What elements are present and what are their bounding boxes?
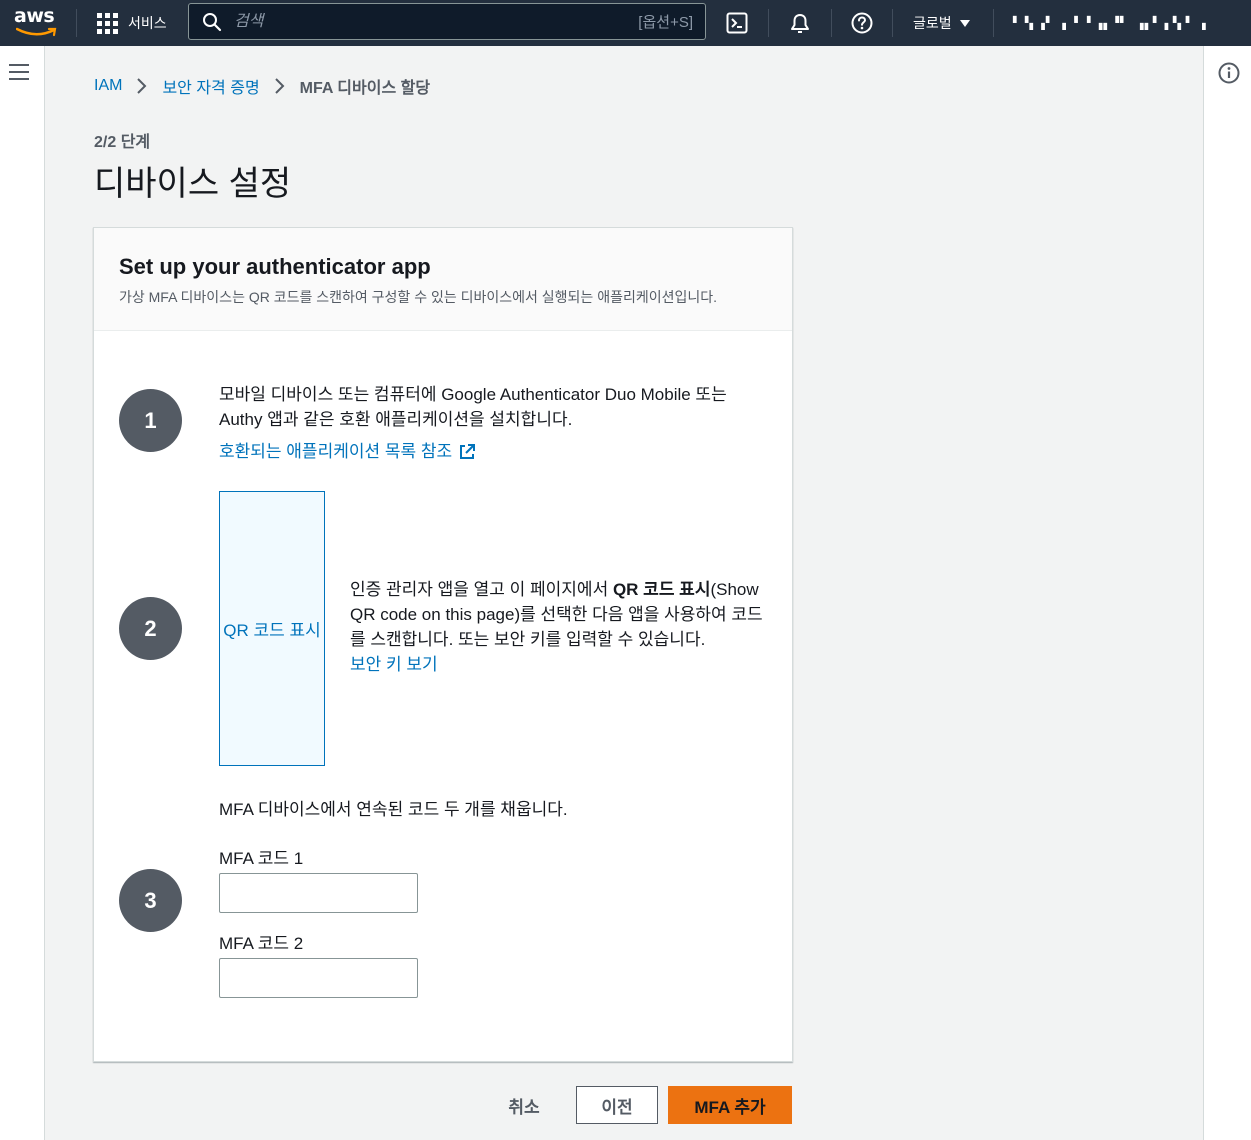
- divider: [706, 9, 707, 37]
- step-2-text-mid: (Show: [710, 580, 759, 599]
- step-2-line-2: QR code on this page)를 선택한 다음 앱을 사용하여 코드: [350, 605, 763, 624]
- step-2-text-pre: 인증 관리자 앱을 열고 이 페이지에서: [350, 580, 613, 599]
- step-indicator: 2/2 단계: [94, 134, 151, 151]
- cloudshell-button[interactable]: [722, 0, 752, 46]
- account-label: ▘▝▖▗▘ ▖▝ ▘▗▖▝▘ ▗▖▘▗▝▖▘ ▖: [1013, 16, 1211, 30]
- mfa-code-1-label: MFA 코드 1: [219, 849, 304, 868]
- bell-icon: [791, 14, 809, 33]
- step-1-text: 모바일 디바이스 또는 컴퓨터에 Google Authenticator Du…: [219, 382, 727, 432]
- aws-logo[interactable]: aws: [14, 6, 60, 40]
- chevron-right-icon: [137, 78, 147, 94]
- region-selector[interactable]: 글로벌: [913, 0, 970, 46]
- divider: [76, 9, 77, 37]
- search-icon: [203, 12, 222, 31]
- step-2-line-3: 를 스캔합니다. 또는 보안 키를 입력할 수 있습니다.: [350, 630, 706, 649]
- aws-smile-icon: [16, 27, 57, 37]
- notifications-button[interactable]: [785, 0, 815, 46]
- container-description: 가상 MFA 디바이스는 QR 코드를 스캔하여 구성할 수 있는 디바이스에서…: [119, 289, 718, 305]
- mfa-code-1-input[interactable]: [219, 873, 418, 913]
- show-secret-key-link[interactable]: 보안 키 보기: [350, 652, 763, 677]
- grid-icon: [97, 12, 118, 34]
- show-qr-code-button[interactable]: QR 코드 표시: [219, 491, 325, 766]
- step-2-line-1: 인증 관리자 앱을 열고 이 페이지에서 QR 코드 표시(Show: [350, 577, 763, 602]
- left-panel: [0, 46, 45, 1140]
- help-icon: [851, 12, 873, 34]
- step-2-badge: 2: [119, 597, 182, 660]
- page-title: 디바이스 설정: [94, 165, 292, 203]
- add-mfa-button[interactable]: MFA 추가: [668, 1086, 792, 1124]
- account-menu[interactable]: ▘▝▖▗▘ ▖▝ ▘▗▖▝▘ ▗▖▘▗▝▖▘ ▖: [1013, 0, 1210, 46]
- services-menu-button[interactable]: 서비스: [97, 0, 167, 46]
- step-3-badge: 3: [119, 869, 182, 932]
- mfa-code-2-label: MFA 코드 2: [219, 934, 304, 953]
- chevron-right-icon: [274, 78, 285, 94]
- menu-icon[interactable]: [9, 64, 29, 80]
- right-panel: [1203, 46, 1251, 1140]
- region-label: 글로벌: [913, 15, 952, 31]
- search-shortcut-hint: [옵션+S]: [638, 14, 693, 31]
- breadcrumb-current: MFA 디바이스 할당: [299, 80, 431, 97]
- cancel-button[interactable]: 취소: [494, 1086, 554, 1124]
- divider: [831, 9, 832, 37]
- breadcrumb-iam[interactable]: IAM: [94, 77, 122, 95]
- show-qr-code-label: QR 코드 표시: [223, 621, 321, 640]
- step-2-text: 인증 관리자 앱을 열고 이 페이지에서 QR 코드 표시(Show QR co…: [350, 577, 763, 677]
- compatible-apps-link-label: 호환되는 애플리케이션 목록 참조: [219, 442, 453, 461]
- step-1-line-2: Authy 앱과 같은 호환 애플리케이션을 설치합니다.: [219, 410, 573, 429]
- search-input[interactable]: [234, 12, 639, 31]
- caret-down-icon: [959, 19, 970, 27]
- divider: [993, 9, 994, 37]
- container-header: Set up your authenticator app 가상 MFA 디바이…: [94, 228, 792, 331]
- info-icon[interactable]: [1218, 62, 1240, 84]
- step-1-line-1: 모바일 디바이스 또는 컴퓨터에 Google Authenticator Du…: [219, 385, 727, 404]
- services-label: 서비스: [128, 15, 167, 31]
- mfa-code-2-input[interactable]: [219, 958, 418, 998]
- aws-logo-text: aws: [14, 5, 55, 27]
- step-1-badge: 1: [119, 389, 182, 452]
- search-bar[interactable]: [옵션+S]: [188, 3, 706, 40]
- step-2-text-bold: QR 코드 표시: [612, 580, 711, 599]
- top-navigation-bar: aws 서비스 [옵션+S]: [0, 0, 1251, 46]
- step-3-intro: MFA 디바이스에서 연속된 코드 두 개를 채웁니다.: [219, 800, 568, 819]
- previous-button[interactable]: 이전: [576, 1086, 658, 1124]
- container-title: Set up your authenticator app: [119, 254, 431, 279]
- breadcrumb-security-credentials[interactable]: 보안 자격 증명: [162, 74, 259, 98]
- divider: [768, 9, 769, 37]
- help-button[interactable]: [847, 0, 877, 46]
- external-link-icon: [460, 443, 476, 459]
- cloudshell-icon: [726, 12, 748, 34]
- breadcrumb: IAM 보안 자격 증명 MFA 디바이스 할당: [94, 75, 430, 97]
- divider: [892, 9, 893, 37]
- compatible-apps-link[interactable]: 호환되는 애플리케이션 목록 참조: [219, 439, 476, 464]
